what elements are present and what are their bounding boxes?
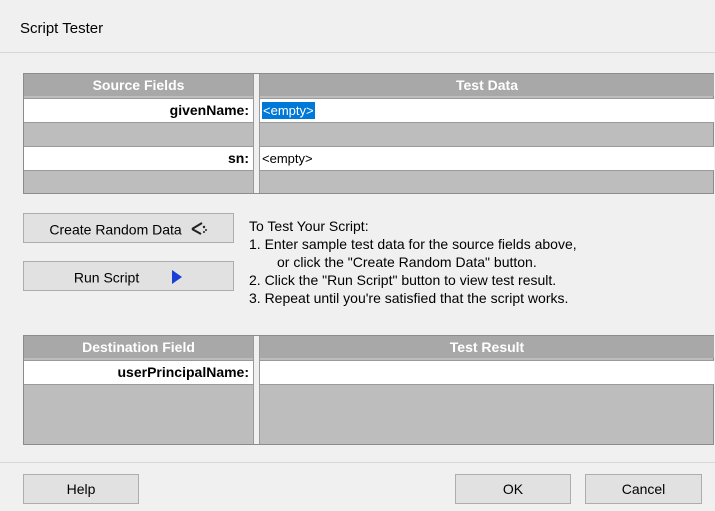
test-result-value bbox=[260, 360, 714, 385]
ok-button[interactable]: OK bbox=[455, 474, 571, 504]
column-splitter[interactable] bbox=[253, 74, 260, 193]
instructions-text: To Test Your Script: 1. Enter sample tes… bbox=[249, 217, 577, 307]
run-script-button[interactable]: Run Script bbox=[23, 261, 234, 291]
column-splitter[interactable] bbox=[253, 336, 260, 444]
instructions-step-1: 1. Enter sample test data for the source… bbox=[249, 236, 577, 252]
destination-field-header: Destination Field bbox=[24, 336, 253, 358]
test-data-value-givenname: <empty> bbox=[262, 102, 315, 119]
test-result-header: Test Result bbox=[260, 336, 714, 358]
magic-wand-icon bbox=[191, 222, 207, 236]
create-random-data-button[interactable]: Create Random Data bbox=[23, 213, 234, 243]
instructions-step-3: 3. Repeat until you're satisfied that th… bbox=[249, 290, 569, 306]
cancel-button[interactable]: Cancel bbox=[585, 474, 702, 504]
source-fields-panel: Source Fields Test Data givenName: <empt… bbox=[23, 73, 714, 194]
instructions-step-2: 2. Click the "Run Script" button to view… bbox=[249, 272, 557, 288]
test-data-header: Test Data bbox=[260, 74, 714, 96]
destination-fields-panel: Destination Field Test Result userPrinci… bbox=[23, 335, 714, 445]
window-title: Script Tester bbox=[20, 20, 104, 37]
instructions-heading: To Test Your Script: bbox=[249, 218, 369, 234]
help-button[interactable]: Help bbox=[23, 474, 139, 504]
test-data-input-sn[interactable]: <empty> bbox=[260, 146, 714, 171]
field-label-sn: sn: bbox=[24, 146, 253, 171]
field-label-givenname: givenName: bbox=[24, 98, 253, 123]
instructions-step-1b: or click the "Create Random Data" button… bbox=[277, 254, 537, 270]
test-data-input-givenname[interactable]: <empty> bbox=[260, 98, 714, 123]
title-separator bbox=[0, 52, 715, 53]
run-script-label: Run Script bbox=[73, 269, 140, 286]
footer-separator bbox=[0, 462, 715, 463]
test-data-value-sn: <empty> bbox=[262, 151, 313, 166]
source-fields-header: Source Fields bbox=[24, 74, 253, 96]
create-random-data-label: Create Random Data bbox=[49, 221, 182, 238]
play-triangle-icon bbox=[172, 270, 183, 285]
field-label-userprincipalname: userPrincipalName: bbox=[24, 360, 253, 385]
